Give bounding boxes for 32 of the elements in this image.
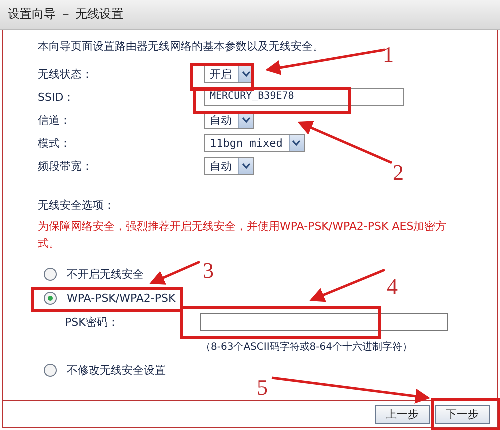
field-label: PSK密码： [65,314,120,330]
window-title: 设置向导 － 无线设置 [8,6,124,23]
radio-label[interactable]: 不开启无线安全 [67,266,144,282]
annotation-number: 2 [393,160,404,185]
dropdown[interactable]: 11bgn mixed [204,134,305,152]
field-label: SSID： [38,90,76,104]
radio-button[interactable] [44,268,57,280]
radio-button[interactable] [44,292,57,304]
radio-button[interactable] [44,364,57,376]
field-label: 模式： [38,136,72,150]
annotation-arrow [150,260,200,285]
radio-label[interactable]: 不修改无线安全设置 [67,362,166,378]
hint-text: （8-63个ASCII码字符或8-64个十六进制字符） [201,340,414,355]
password-field[interactable] [200,313,448,331]
annotation-number: 1 [383,42,394,67]
caret-icon [288,135,304,151]
field-label: 无线状态： [38,66,94,82]
section-heading: 无线安全选项： [38,198,116,213]
warning-text: 为保障网络安全，强烈推荐开启无线安全，并使用WPA-PSK/WPA2-PSK AES加密方式。 [38,219,448,252]
input-field[interactable]: MERCURY_B39E78 [204,88,404,106]
dropdown[interactable]: 自动 [204,157,254,175]
caret-icon [238,158,253,174]
annotation-number: 4 [387,274,398,299]
field-label: 频段带宽： [38,158,94,174]
field-label: 信道： [38,112,72,128]
nav-button[interactable]: 下一步 [435,404,490,424]
radio-label[interactable]: WPA-PSK/WPA2-PSK [67,292,176,304]
annotation-number: 5 [257,375,268,400]
annotation-number: 3 [203,258,214,283]
nav-button[interactable]: 上一步 [375,404,430,424]
intro-text: 本向导页面设置路由器无线网络的基本参数以及无线安全。 [38,39,325,54]
annotation-box [432,398,500,430]
